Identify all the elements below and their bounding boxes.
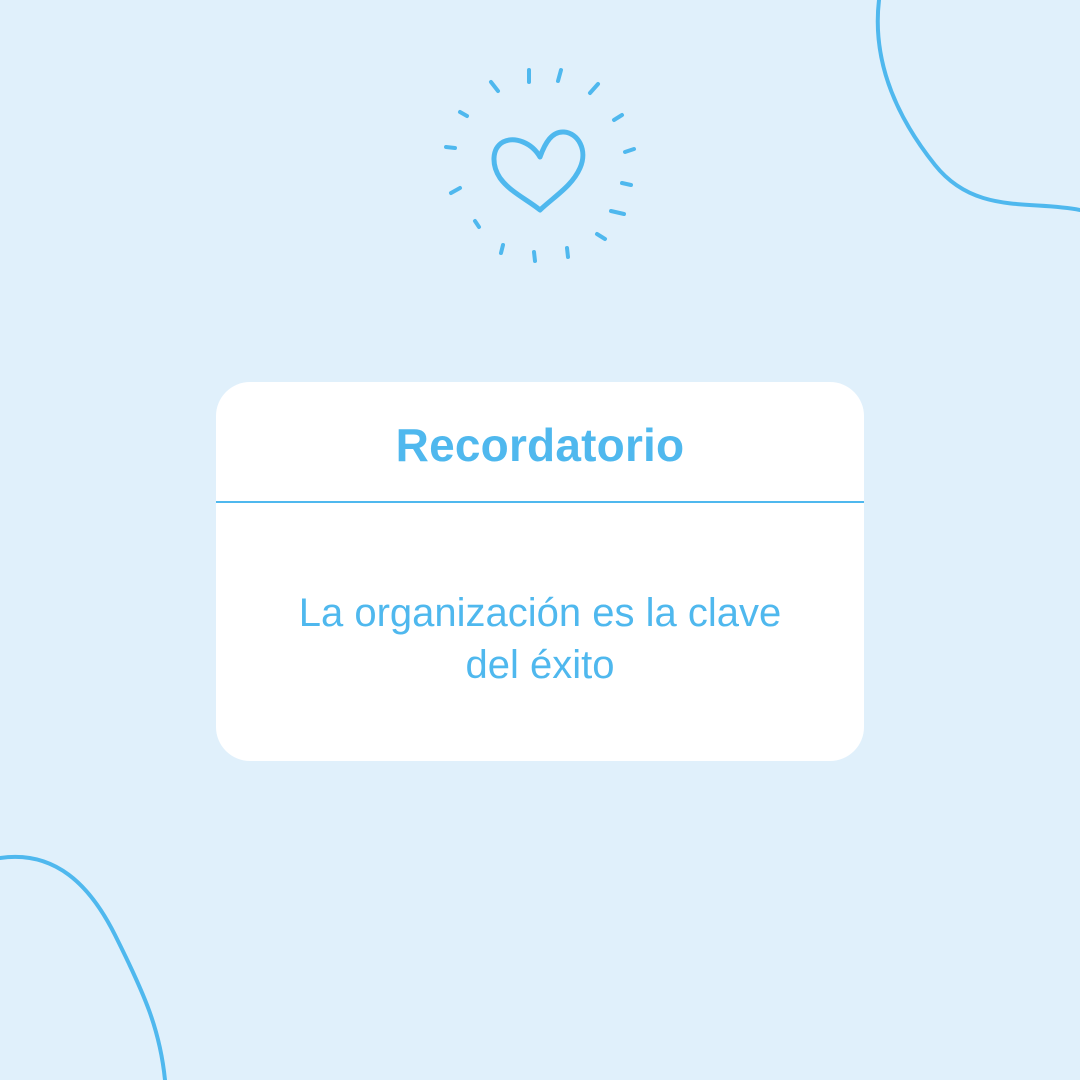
bottom-left-curve: [0, 854, 167, 1080]
heart-sparkle-group: [444, 68, 636, 263]
heart-icon: [491, 129, 586, 213]
card-message: La organización es la clave del éxito: [298, 591, 782, 687]
card-title: Recordatorio: [395, 418, 685, 471]
sparkle-rays-icon: [444, 68, 636, 263]
card-divider: [216, 501, 864, 503]
top-right-curve: [875, 0, 1080, 212]
reminder-card: Recordatorio La organización es la clave…: [216, 382, 864, 761]
